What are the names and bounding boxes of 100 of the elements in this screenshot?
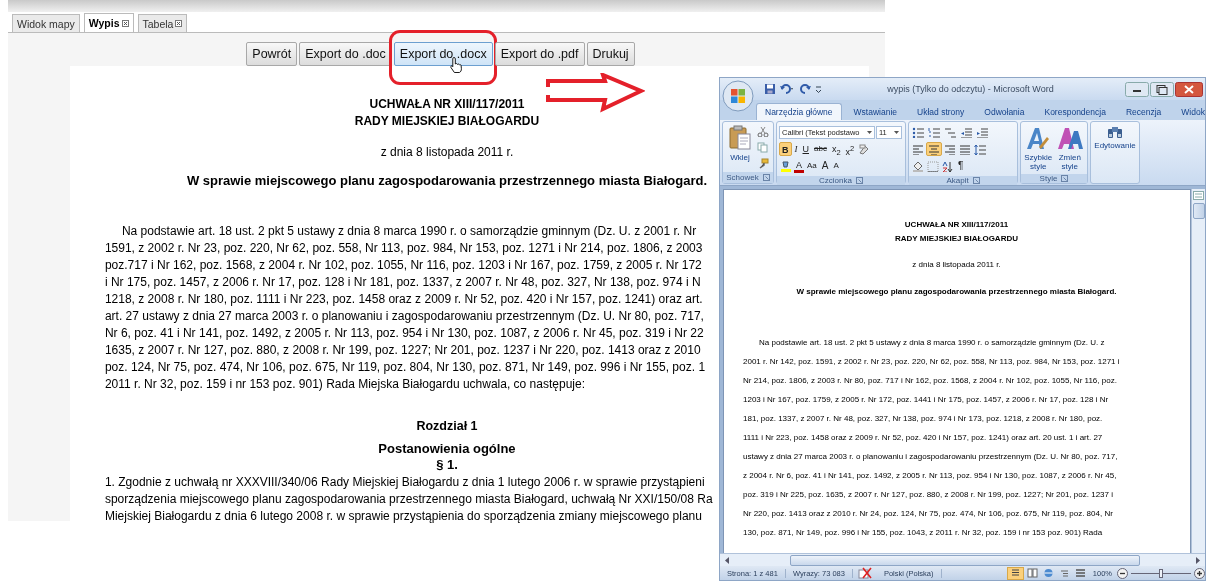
styles-button[interactable]: Zmień style (1054, 124, 1085, 172)
document-title: UCHWAŁA NR XIII/117/2011 (369, 96, 525, 113)
font-tool-button[interactable]: Aa (805, 159, 819, 173)
maximize-icon[interactable] (1150, 81, 1174, 97)
text-line: Nr 220, poz. 1413 oraz z 2010 r. Nr 24, poz. 124, Nr 75, poz. 474, Nr 106, poz. 675, Nr 119, poz. 804, Nr (743, 508, 1113, 520)
group-label: Czcionka (819, 176, 852, 185)
multilevel-list-icon (944, 126, 957, 138)
close-icon[interactable] (121, 19, 129, 27)
bullets-button[interactable] (911, 125, 926, 139)
text-line: Na podstawie art. 18 ust. 2 pkt 5 ustawy z dnia 8 marca 1990 r. o samorządzie gminnym (Dz. U. z 2001 r. Nr (121, 223, 697, 240)
dialog-launcher-icon[interactable] (972, 177, 980, 184)
document-date: z dnia 8 listopada 2011 r. (912, 259, 1001, 271)
align-center-icon (928, 143, 940, 155)
tab[interactable]: Widok mapy (12, 14, 80, 32)
format-button[interactable]: x$^{2}$ (843, 142, 857, 156)
toolbar-button[interactable]: Export do .pdf (494, 42, 585, 66)
save-icon[interactable] (764, 83, 776, 95)
format-button[interactable]: abc (812, 142, 829, 156)
slider-thumb[interactable] (1159, 568, 1163, 578)
close-icon[interactable] (175, 20, 183, 27)
scrollbar-thumb[interactable] (1192, 203, 1205, 219)
shading-button[interactable] (911, 159, 925, 173)
borders-button[interactable] (926, 159, 940, 173)
format-button[interactable]: I (792, 142, 800, 156)
view-layout-icon (1009, 568, 1021, 578)
document-subject: W sprawie miejscowego planu zagospodarowania przestrzennego miasta Białogard. (796, 286, 1117, 298)
styles-button[interactable]: Szybkie style (1023, 124, 1054, 172)
dialog-launcher-icon[interactable] (1061, 175, 1069, 182)
dropdown-caret-icon[interactable] (867, 130, 872, 134)
proofing-icon[interactable] (856, 567, 873, 579)
view-button[interactable] (1006, 566, 1024, 580)
text-line: art. 27 ustawy z dnia 27 marca 2003 r. o planowaniu i zagospodarowaniu przestrzennym (Dz. U. Nr 80, poz. 717, (104, 308, 704, 325)
minimize-icon[interactable] (1125, 81, 1149, 97)
ribbon-tab[interactable]: Korespondencja (1036, 104, 1114, 120)
tab[interactable]: Tabela (137, 14, 188, 32)
horizontal-scrollbar[interactable] (720, 553, 1205, 566)
font-tool-button[interactable]: A (831, 159, 841, 173)
align-center-button[interactable] (926, 142, 942, 156)
scroll-left-icon[interactable] (723, 555, 731, 565)
cut-button[interactable] (756, 124, 770, 138)
view-button[interactable] (1024, 566, 1040, 580)
text-line: 1218, z 2008 r. Nr 180, poz. 1111 i Nr 223, poz. 1458 oraz z 2009 r. Nr 52, poz. 420 i Nr 157, poz. 1241) oraz art. (104, 291, 703, 308)
toolbar-button[interactable]: Drukuj (586, 42, 635, 66)
view-layout-icon (1026, 568, 1038, 578)
undo-icon[interactable] (779, 83, 795, 95)
decrease-indent-button[interactable] (959, 125, 974, 139)
ruler-toggle-icon[interactable] (1193, 191, 1204, 200)
ribbon-tab[interactable]: Recenzja (1117, 104, 1170, 120)
sort-button[interactable] (941, 159, 955, 173)
redo-icon[interactable] (798, 83, 812, 95)
font-tool-button[interactable]: A (819, 159, 831, 173)
ribbon-tab[interactable]: Wstawianie (845, 104, 906, 120)
format-button[interactable]: B (779, 142, 792, 156)
text-line: sporządzenia miejscowego planu zagospodarowania przestrzennego miasta Białogard, uchwałą Nr XXI/150/08 Ra (104, 491, 713, 508)
vertical-scrollbar[interactable] (1191, 189, 1205, 553)
toolbar-button[interactable]: Export do .doc (299, 42, 392, 66)
ribbon-tab[interactable]: Widok (1173, 104, 1206, 120)
line-spacing-button[interactable] (973, 142, 988, 156)
ribbon-tab[interactable]: Narzędzia główne (756, 103, 842, 120)
customize-caret-icon[interactable] (815, 83, 822, 95)
editing-button[interactable]: Edytowanie (1093, 124, 1137, 181)
format-button[interactable]: x$_{2}$ (829, 142, 843, 156)
chapter-title: Postanowienia ogólne (378, 440, 516, 457)
dialog-launcher-icon[interactable] (855, 177, 863, 184)
font-tool-button[interactable]: A (794, 159, 804, 173)
show-formatting-button[interactable]: ¶ (956, 159, 966, 173)
highlighter-button[interactable] (779, 159, 793, 173)
align-left-button[interactable] (911, 142, 925, 156)
zoom-out-icon[interactable] (1117, 567, 1128, 579)
close-icon[interactable] (1175, 81, 1203, 97)
toolbar-button[interactable]: Powrót (246, 42, 298, 66)
text-line: z 2004 r. Nr 6, poz. 41 i Nr 141, poz. 1492, z 2005 r. Nr 113, poz. 954 i Nr 130, poz. 1087, z 2006 r. Nr 45, (743, 470, 1117, 482)
justify-icon (959, 143, 971, 155)
text-line: Na podstawie art. 18 ust. 2 pkt 5 ustawy z dnia 8 marca 1990 r. o samorządzie gminnym (Dz. U. z (759, 337, 1105, 349)
format-button[interactable]: U (800, 142, 811, 156)
align-right-button[interactable] (943, 142, 957, 156)
increase-indent-button[interactable] (975, 125, 990, 139)
text-line: Nr 6, poz. 41 i Nr 141, poz. 1492, z 2005 r. Nr 113, poz. 954 i Nr 130, poz. 1087, z 2006 r. Nr 45, poz. 319 i Nr 22 (104, 325, 704, 342)
multilevel-list-button[interactable] (943, 125, 958, 139)
decrease-indent-icon (960, 126, 973, 138)
ribbon-tab[interactable]: Układ strony (909, 104, 973, 120)
toolbar-button[interactable]: Export do .docx (393, 42, 493, 66)
zoom-in-icon[interactable] (1194, 567, 1205, 579)
scroll-right-icon[interactable] (1194, 555, 1202, 565)
numbering-button[interactable] (927, 125, 942, 139)
group-label: Schowek (726, 173, 759, 182)
text-line: 1591, z 2002 r. Nr 23, poz. 220, Nr 62, poz. 558, Nr 113, poz. 984, Nr 153, poz. 1271 i Nr 214, poz. 1806, z 2003 (104, 240, 703, 257)
line-spacing-icon (974, 143, 987, 155)
scrollbar-thumb[interactable] (790, 554, 1140, 566)
clipboard-icon (728, 125, 752, 151)
copy-icon (757, 141, 769, 153)
group-label: Style (1039, 174, 1058, 183)
justify-button[interactable] (958, 142, 972, 156)
tab[interactable]: Wypis (83, 13, 134, 32)
dialog-launcher-icon[interactable] (762, 174, 770, 181)
text-line: 130, poz. 871, Nr 149, poz. 996 i Nr 155, poz. 1043, z 2011 r. Nr 32, poz. 159 i nr 153 poz. 901) Rada (743, 527, 1103, 539)
text-line: Miejskiej Białogardu z dnia 6 lutego 2008 r. w sprawie przystąpienia do sporządzenia zmiany miejscowego planu (104, 508, 702, 525)
ribbon-tab[interactable]: Odwołania (976, 104, 1033, 120)
paste-button[interactable]: Wklej (725, 124, 755, 170)
dropdown-caret-icon[interactable] (894, 130, 899, 134)
